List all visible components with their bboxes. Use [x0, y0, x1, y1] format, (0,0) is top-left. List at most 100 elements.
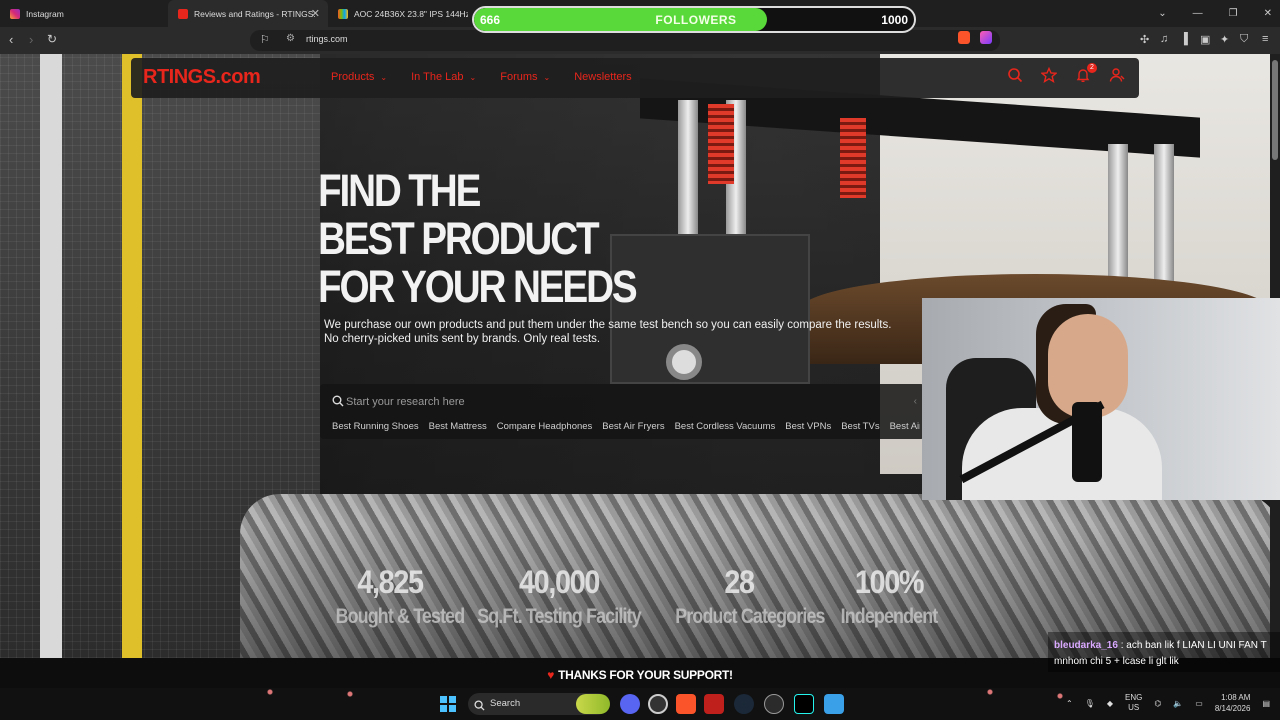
app-icon[interactable]: [764, 694, 784, 714]
reload-icon[interactable]: ↻: [47, 32, 57, 46]
tab-title: AOC 24B36X 23.8" IPS 144Hz 0.5r: [354, 8, 468, 19]
search-icon: [332, 394, 344, 412]
stat-label: Independent: [840, 605, 939, 628]
media-icon[interactable]: ♫: [1160, 33, 1168, 45]
notification-badge: 2: [1087, 63, 1097, 73]
quick-links: Best Running Shoes Best Mattress Compare…: [332, 421, 920, 432]
menu-newsletters[interactable]: Newsletters: [574, 71, 631, 83]
rtings-favicon-icon: [178, 8, 188, 19]
quick-link[interactable]: Best Running Shoes: [332, 421, 419, 432]
support-text: THANKS FOR YOUR SUPPORT!: [558, 668, 733, 682]
menu-icon[interactable]: ≡: [1262, 33, 1268, 45]
hero-title: FIND THE BEST PRODUCT FOR YOUR NEEDS: [318, 165, 638, 312]
chevron-down-icon: ⌄: [380, 72, 388, 82]
network-icon[interactable]: ⌬: [1154, 699, 1161, 708]
stats-row: 4,825 Bought & Tested 40,000 Sq.Ft. Test…: [326, 564, 964, 629]
close-window-icon[interactable]: ✕: [1264, 8, 1272, 19]
menu-label: Forums: [500, 71, 538, 83]
extensions-icon[interactable]: ✣: [1140, 33, 1149, 46]
rtings-logo[interactable]: RTINGS.com: [143, 66, 261, 89]
forward-icon[interactable]: ›: [29, 32, 33, 47]
stat-facility: 40,000 Sq.Ft. Testing Facility: [454, 564, 664, 629]
quick-link[interactable]: Best Mattress: [429, 421, 487, 432]
instagram-icon: [10, 8, 20, 19]
widgets-icon[interactable]: [576, 694, 610, 714]
search-input[interactable]: [346, 392, 906, 412]
stat-label: Product Categories: [675, 605, 825, 628]
site-info-icon[interactable]: ⚙: [286, 33, 295, 44]
quick-link[interactable]: Compare Headphones: [497, 421, 593, 432]
menu-in-the-lab[interactable]: In The Lab ⌄: [411, 71, 476, 83]
brave-rewards-icon[interactable]: [980, 31, 992, 44]
back-icon[interactable]: ‹: [9, 32, 13, 47]
quick-link[interactable]: Best Air: [890, 421, 920, 432]
chevron-left-icon[interactable]: ‹: [914, 396, 917, 407]
region-code: US: [1128, 703, 1140, 712]
close-tab-icon[interactable]: ✕: [311, 7, 320, 20]
window-controls: ⌄ — ❐ ✕: [1158, 0, 1272, 27]
hero-title-line: FOR YOUR NEEDS: [318, 261, 638, 312]
url-text[interactable]: rtings.com: [306, 34, 348, 44]
bookmark-icon[interactable]: ⚐: [260, 33, 270, 46]
minimize-icon[interactable]: —: [1193, 8, 1203, 19]
weight-stack: [610, 234, 810, 384]
aluminum-post: [40, 54, 62, 658]
brave-shields-icon[interactable]: [958, 31, 970, 44]
hero-title-line: FIND THE: [318, 165, 481, 216]
menu-label: In The Lab: [411, 71, 464, 83]
main-menu: Products ⌄ In The Lab ⌄ Forums ⌄ Newslet…: [331, 71, 632, 83]
star-icon[interactable]: [1040, 66, 1058, 83]
tab-title: Reviews and Ratings - RTINGS.co: [194, 8, 316, 19]
stat-independent: 100% Independent: [814, 564, 964, 629]
notifications-icon[interactable]: ▤: [1262, 699, 1270, 708]
scrollbar-thumb[interactable]: [1272, 60, 1278, 160]
battery-icon[interactable]: ▭: [1195, 699, 1203, 708]
discord-icon[interactable]: [620, 694, 640, 714]
windows-start-icon[interactable]: [440, 696, 456, 712]
chevron-up-icon[interactable]: ⌃: [1066, 699, 1073, 708]
address-bar[interactable]: ⚐ ⚙ rtings.com: [250, 30, 1000, 51]
rig-rod: [678, 100, 698, 250]
clock[interactable]: 1:08 AM 8/14/2026: [1215, 692, 1251, 714]
menu-products[interactable]: Products ⌄: [331, 71, 387, 83]
quick-link[interactable]: Best VPNs: [785, 421, 831, 432]
windows-taskbar: Search ⌃ 🎙 ◆ ENG US ⌬ 🔈 ▭ 1:08 AM 8/14/2…: [0, 688, 1280, 720]
game-icon[interactable]: ◆: [1107, 699, 1113, 708]
chat-username: bleudarka_16: [1054, 640, 1118, 651]
microphone-icon[interactable]: 🎙: [1085, 699, 1095, 708]
sidebar-icon[interactable]: ▐: [1180, 33, 1188, 45]
taskbar-search-label: Search: [490, 698, 521, 709]
brave-browser-icon[interactable]: [676, 694, 696, 714]
leo-ai-icon[interactable]: ✦: [1220, 33, 1229, 46]
obs-icon[interactable]: [648, 694, 668, 714]
tab-list-chevron-icon[interactable]: ⌄: [1158, 8, 1166, 19]
user-icon[interactable]: [1109, 67, 1125, 83]
tab-instagram[interactable]: Instagram: [0, 0, 168, 27]
steam-icon[interactable]: [734, 694, 754, 714]
language-indicator[interactable]: ENG US: [1125, 693, 1142, 713]
followers-goal: 1000: [881, 13, 908, 27]
stat-label: Bought & Tested: [335, 605, 466, 628]
volume-icon[interactable]: 🔈: [1173, 699, 1183, 708]
tab-aoc-monitor[interactable]: AOC 24B36X 23.8" IPS 144Hz 0.5r: [328, 0, 468, 27]
restore-icon[interactable]: ❐: [1229, 8, 1238, 19]
stat-label: Sq.Ft. Testing Facility: [477, 605, 641, 628]
bell-icon[interactable]: 2: [1075, 63, 1097, 83]
quick-link[interactable]: Best Cordless Vacuums: [675, 421, 776, 432]
tab-rtings[interactable]: Reviews and Ratings - RTINGS.co ✕: [168, 0, 328, 27]
clock-time: 1:08 AM: [1221, 693, 1251, 702]
quick-link[interactable]: Best TVs: [841, 421, 879, 432]
rig-spring: [708, 104, 734, 184]
menu-label: Newsletters: [574, 71, 632, 83]
search-icon[interactable]: [1007, 67, 1023, 83]
photos-icon[interactable]: [824, 694, 844, 714]
rig-spring: [840, 118, 866, 198]
vpn-icon[interactable]: ⛉: [1240, 33, 1248, 46]
hero-search: ‹ Best Running Shoes Best Mattress Compa…: [320, 384, 925, 439]
adobe-icon[interactable]: [704, 694, 724, 714]
language-code: ENG: [1124, 693, 1143, 702]
menu-forums[interactable]: Forums ⌄: [500, 71, 550, 83]
quick-link[interactable]: Best Air Fryers: [602, 421, 664, 432]
wallet-icon[interactable]: ▣: [1200, 33, 1210, 46]
tiktok-icon[interactable]: [794, 694, 814, 714]
